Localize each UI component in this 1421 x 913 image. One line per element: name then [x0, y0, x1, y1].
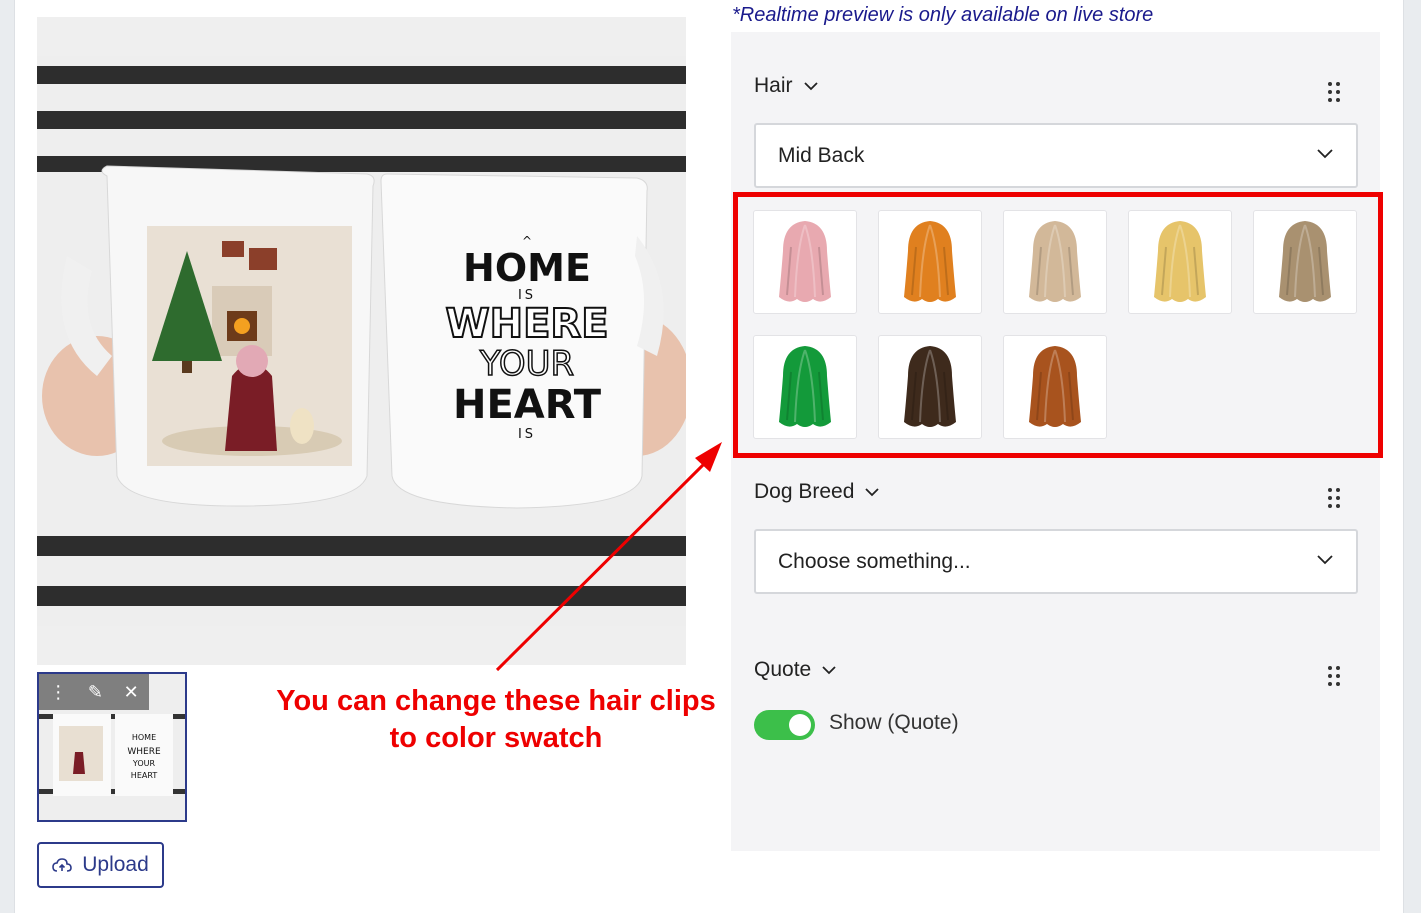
hair-swatch[interactable] [878, 335, 982, 439]
mug-text-your: YOUR [479, 344, 575, 384]
upload-button[interactable]: Upload [37, 842, 164, 888]
svg-text:WHERE: WHERE [127, 747, 161, 757]
hair-clip-icon [779, 221, 831, 302]
quote-toggle-label: Show (Quote) [829, 711, 959, 734]
chevron-down-icon [1317, 149, 1333, 159]
mug-quote: ^ HOME IS WHERE YOUR HEART IS [432, 234, 622, 442]
hair-clip-icon [1279, 221, 1331, 302]
dog-breed-placeholder: Choose something... [778, 549, 971, 573]
svg-text:HOME: HOME [132, 733, 156, 742]
svg-text:HEART: HEART [131, 771, 158, 780]
hair-swatch[interactable] [1128, 210, 1232, 314]
mug-text-where: WHERE [444, 301, 609, 347]
quote-title: Quote [754, 658, 812, 681]
hair-drag-handle-icon[interactable] [1326, 80, 1342, 104]
chevron-down-icon [865, 488, 880, 497]
realtime-notice: *Realtime preview is only available on l… [732, 4, 1154, 26]
close-icon[interactable]: ✕ [124, 682, 139, 703]
hair-length-value: Mid Back [778, 143, 865, 167]
quote-toggle[interactable] [754, 710, 815, 740]
quote-drag-handle-icon[interactable] [1326, 664, 1342, 688]
hair-swatch[interactable] [1003, 335, 1107, 439]
hair-clip-icon [904, 346, 956, 427]
cloud-upload-icon [52, 858, 73, 872]
mug-text-home: HOME [463, 246, 591, 290]
dog-breed-section-header[interactable]: Dog Breed [754, 480, 880, 504]
chevron-down-icon [803, 82, 818, 91]
annotation-text: You can change these hair clips to color… [276, 683, 716, 757]
annotation-line-1: You can change these hair clips [276, 685, 716, 717]
hair-clip-icon [1029, 346, 1081, 427]
mug-text-is-2: IS [517, 427, 537, 442]
hair-title: Hair [754, 74, 793, 97]
chevron-down-icon [822, 666, 836, 675]
hair-clip-icon [779, 346, 831, 427]
hair-swatch[interactable] [1003, 210, 1107, 314]
dog-breed-drag-handle-icon[interactable] [1326, 486, 1342, 510]
thumbnail-image[interactable]: ⋮ ✎ ✕ HOME WHERE YOUR HEART [37, 672, 187, 822]
thumbnail-toolbar: ⋮ ✎ ✕ [39, 674, 149, 710]
mug-text-heart: HEART [452, 382, 602, 428]
hair-swatch[interactable] [878, 210, 982, 314]
chevron-down-icon [1317, 555, 1333, 565]
hair-length-select[interactable]: Mid Back [754, 123, 1358, 188]
hair-section-header[interactable]: Hair [754, 74, 819, 98]
hair-swatch[interactable] [753, 335, 857, 439]
annotation-line-2: to color swatch [389, 722, 603, 754]
hair-swatch[interactable] [1253, 210, 1357, 314]
svg-text:YOUR: YOUR [132, 759, 156, 768]
drag-handle-icon[interactable]: ⋮ [49, 682, 67, 703]
hair-clip-icon [904, 221, 956, 302]
hair-clip-icon [1029, 221, 1081, 302]
hair-clip-icon [1154, 221, 1206, 302]
mug-photo: ^ HOME IS WHERE YOUR HEART IS [37, 56, 686, 626]
quote-section-header[interactable]: Quote [754, 658, 837, 682]
dog-breed-select[interactable]: Choose something... [754, 529, 1358, 594]
hair-swatch[interactable] [753, 210, 857, 314]
upload-label: Upload [82, 853, 149, 876]
dog-breed-title: Dog Breed [754, 480, 855, 503]
edit-icon[interactable]: ✎ [88, 682, 103, 703]
